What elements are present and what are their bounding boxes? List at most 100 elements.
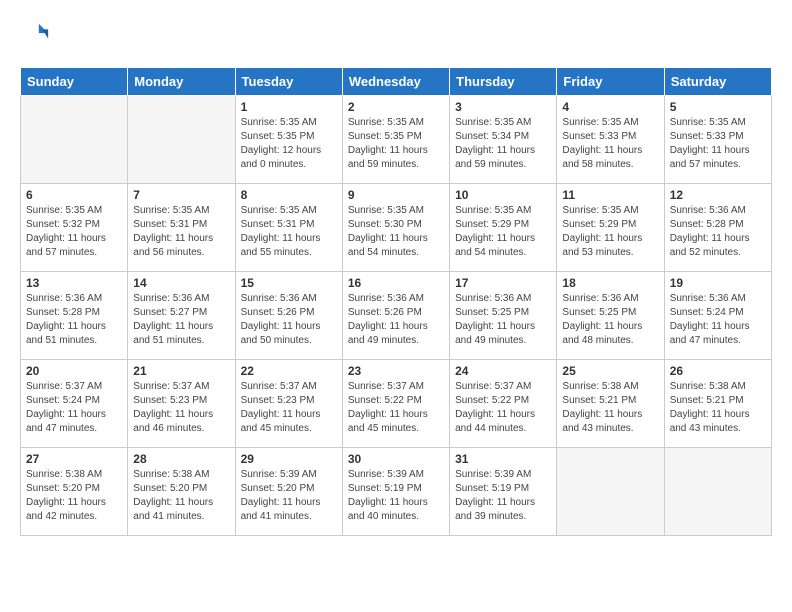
calendar-cell: 13 Sunrise: 5:36 AM Sunset: 5:28 PM Dayli… [21, 272, 128, 360]
day-info: Sunrise: 5:36 AM Sunset: 5:27 PM Dayligh… [133, 292, 229, 348]
day-info: Sunrise: 5:36 AM Sunset: 5:24 PM Dayligh… [670, 292, 766, 348]
day-number: 6 [26, 188, 122, 202]
day-info: Sunrise: 5:35 AM Sunset: 5:31 PM Dayligh… [241, 204, 337, 260]
day-number: 2 [348, 100, 444, 114]
calendar-cell: 21 Sunrise: 5:37 AM Sunset: 5:23 PM Dayli… [128, 360, 235, 448]
day-number: 17 [455, 276, 551, 290]
calendar-cell: 4 Sunrise: 5:35 AM Sunset: 5:33 PM Daylig… [557, 96, 664, 184]
day-info: Sunrise: 5:38 AM Sunset: 5:21 PM Dayligh… [670, 380, 766, 436]
day-info: Sunrise: 5:38 AM Sunset: 5:21 PM Dayligh… [562, 380, 658, 436]
day-header-wednesday: Wednesday [342, 68, 449, 96]
day-number: 3 [455, 100, 551, 114]
day-info: Sunrise: 5:38 AM Sunset: 5:20 PM Dayligh… [133, 468, 229, 524]
day-header-friday: Friday [557, 68, 664, 96]
day-number: 21 [133, 364, 229, 378]
day-number: 28 [133, 452, 229, 466]
day-number: 10 [455, 188, 551, 202]
day-number: 12 [670, 188, 766, 202]
day-header-sunday: Sunday [21, 68, 128, 96]
calendar-cell [557, 448, 664, 536]
calendar-cell: 5Sunrise: 5:35 AM Sunset: 5:33 PM Daylig… [664, 96, 771, 184]
calendar-cell: 14 Sunrise: 5:36 AM Sunset: 5:27 PM Dayli… [128, 272, 235, 360]
calendar-cell [21, 96, 128, 184]
calendar-cell: 29 Sunrise: 5:39 AM Sunset: 5:20 PM Dayli… [235, 448, 342, 536]
day-info: Sunrise: 5:37 AM Sunset: 5:23 PM Dayligh… [133, 380, 229, 436]
day-number: 31 [455, 452, 551, 466]
day-number: 16 [348, 276, 444, 290]
calendar-cell: 24 Sunrise: 5:37 AM Sunset: 5:22 PM Dayli… [450, 360, 557, 448]
day-header-saturday: Saturday [664, 68, 771, 96]
day-number: 15 [241, 276, 337, 290]
day-info: Sunrise: 5:35 AM Sunset: 5:32 PM Dayligh… [26, 204, 122, 260]
week-row-2: 6 Sunrise: 5:35 AM Sunset: 5:32 PM Daylig… [21, 184, 772, 272]
day-info: Sunrise: 5:35 AM Sunset: 5:35 PM Dayligh… [348, 116, 444, 172]
week-row-4: 20Sunrise: 5:37 AM Sunset: 5:24 PM Dayli… [21, 360, 772, 448]
calendar-cell: 10 Sunrise: 5:35 AM Sunset: 5:29 PM Dayli… [450, 184, 557, 272]
day-number: 23 [348, 364, 444, 378]
calendar-cell: 19 Sunrise: 5:36 AM Sunset: 5:24 PM Dayli… [664, 272, 771, 360]
calendar-table: SundayMondayTuesdayWednesdayThursdayFrid… [20, 67, 772, 536]
calendar-cell: 22 Sunrise: 5:37 AM Sunset: 5:23 PM Dayli… [235, 360, 342, 448]
day-number: 13 [26, 276, 122, 290]
logo [20, 20, 50, 53]
day-info: Sunrise: 5:38 AM Sunset: 5:20 PM Dayligh… [26, 468, 122, 524]
calendar-cell: 28 Sunrise: 5:38 AM Sunset: 5:20 PM Dayli… [128, 448, 235, 536]
calendar-cell: 8 Sunrise: 5:35 AM Sunset: 5:31 PM Daylig… [235, 184, 342, 272]
day-info: Sunrise: 5:39 AM Sunset: 5:19 PM Dayligh… [455, 468, 551, 524]
day-number: 4 [562, 100, 658, 114]
calendar-cell: 11Sunrise: 5:35 AM Sunset: 5:29 PM Dayli… [557, 184, 664, 272]
day-number: 14 [133, 276, 229, 290]
day-info: Sunrise: 5:37 AM Sunset: 5:22 PM Dayligh… [348, 380, 444, 436]
calendar-cell: 23 Sunrise: 5:37 AM Sunset: 5:22 PM Dayli… [342, 360, 449, 448]
calendar-cell: 25 Sunrise: 5:38 AM Sunset: 5:21 PM Dayli… [557, 360, 664, 448]
week-row-3: 13 Sunrise: 5:36 AM Sunset: 5:28 PM Dayli… [21, 272, 772, 360]
calendar-cell: 30Sunrise: 5:39 AM Sunset: 5:19 PM Dayli… [342, 448, 449, 536]
day-number: 7 [133, 188, 229, 202]
day-info: Sunrise: 5:37 AM Sunset: 5:22 PM Dayligh… [455, 380, 551, 436]
calendar-cell: 3 Sunrise: 5:35 AM Sunset: 5:34 PM Daylig… [450, 96, 557, 184]
day-number: 27 [26, 452, 122, 466]
calendar-cell: 12 Sunrise: 5:36 AM Sunset: 5:28 PM Dayli… [664, 184, 771, 272]
calendar-cell: 20Sunrise: 5:37 AM Sunset: 5:24 PM Dayli… [21, 360, 128, 448]
day-header-monday: Monday [128, 68, 235, 96]
calendar-cell: 6 Sunrise: 5:35 AM Sunset: 5:32 PM Daylig… [21, 184, 128, 272]
day-info: Sunrise: 5:35 AM Sunset: 5:34 PM Dayligh… [455, 116, 551, 172]
page: SundayMondayTuesdayWednesdayThursdayFrid… [0, 0, 792, 546]
day-info: Sunrise: 5:37 AM Sunset: 5:23 PM Dayligh… [241, 380, 337, 436]
day-number: 24 [455, 364, 551, 378]
calendar-cell: 2 Sunrise: 5:35 AM Sunset: 5:35 PM Daylig… [342, 96, 449, 184]
calendar-cell: 27 Sunrise: 5:38 AM Sunset: 5:20 PM Dayli… [21, 448, 128, 536]
day-number: 22 [241, 364, 337, 378]
calendar-cell [664, 448, 771, 536]
day-info: Sunrise: 5:36 AM Sunset: 5:26 PM Dayligh… [348, 292, 444, 348]
day-info: Sunrise: 5:36 AM Sunset: 5:28 PM Dayligh… [670, 204, 766, 260]
day-number: 9 [348, 188, 444, 202]
day-info: Sunrise: 5:39 AM Sunset: 5:20 PM Dayligh… [241, 468, 337, 524]
calendar-cell: 17 Sunrise: 5:36 AM Sunset: 5:25 PM Dayli… [450, 272, 557, 360]
day-number: 11 [562, 188, 658, 202]
day-number: 29 [241, 452, 337, 466]
day-number: 25 [562, 364, 658, 378]
day-number: 8 [241, 188, 337, 202]
day-info: Sunrise: 5:35 AM Sunset: 5:31 PM Dayligh… [133, 204, 229, 260]
calendar-cell: 15Sunrise: 5:36 AM Sunset: 5:26 PM Dayli… [235, 272, 342, 360]
calendar-cell: 7 Sunrise: 5:35 AM Sunset: 5:31 PM Daylig… [128, 184, 235, 272]
day-info: Sunrise: 5:35 AM Sunset: 5:33 PM Dayligh… [670, 116, 766, 172]
calendar-cell: 1Sunrise: 5:35 AM Sunset: 5:35 PM Daylig… [235, 96, 342, 184]
calendar-cell: 26Sunrise: 5:38 AM Sunset: 5:21 PM Dayli… [664, 360, 771, 448]
day-number: 19 [670, 276, 766, 290]
week-row-5: 27 Sunrise: 5:38 AM Sunset: 5:20 PM Dayli… [21, 448, 772, 536]
day-info: Sunrise: 5:37 AM Sunset: 5:24 PM Dayligh… [26, 380, 122, 436]
day-number: 18 [562, 276, 658, 290]
calendar-cell: 9Sunrise: 5:35 AM Sunset: 5:30 PM Daylig… [342, 184, 449, 272]
day-info: Sunrise: 5:36 AM Sunset: 5:25 PM Dayligh… [455, 292, 551, 348]
day-info: Sunrise: 5:35 AM Sunset: 5:29 PM Dayligh… [455, 204, 551, 260]
day-info: Sunrise: 5:36 AM Sunset: 5:28 PM Dayligh… [26, 292, 122, 348]
day-info: Sunrise: 5:36 AM Sunset: 5:25 PM Dayligh… [562, 292, 658, 348]
week-row-1: 1Sunrise: 5:35 AM Sunset: 5:35 PM Daylig… [21, 96, 772, 184]
day-header-tuesday: Tuesday [235, 68, 342, 96]
calendar-cell [128, 96, 235, 184]
day-info: Sunrise: 5:35 AM Sunset: 5:35 PM Dayligh… [241, 116, 337, 172]
logo-icon [22, 20, 50, 48]
day-info: Sunrise: 5:35 AM Sunset: 5:33 PM Dayligh… [562, 116, 658, 172]
